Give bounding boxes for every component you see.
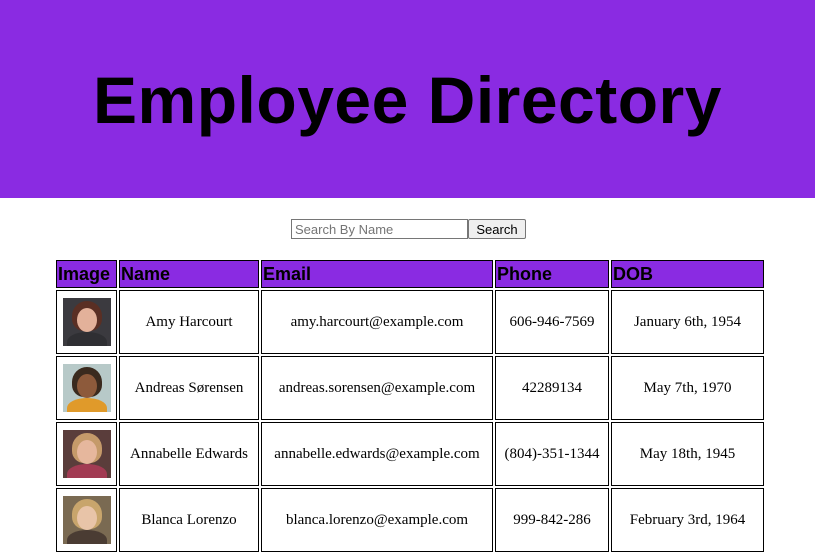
column-header-image[interactable]: Image [56, 260, 117, 288]
dob-cell: May 7th, 1970 [611, 356, 764, 420]
name-cell: Annabelle Edwards [119, 422, 259, 486]
avatar-face [76, 308, 97, 332]
image-cell [56, 290, 117, 354]
column-header-phone[interactable]: Phone [495, 260, 609, 288]
table-header-row: Image Name Email Phone DOB [56, 260, 764, 288]
dob-cell: January 6th, 1954 [611, 290, 764, 354]
image-cell [56, 488, 117, 552]
avatar-body [66, 464, 107, 478]
dob-cell: May 18th, 1945 [611, 422, 764, 486]
search-button[interactable]: Search [468, 219, 526, 239]
page-header: Employee Directory [0, 0, 815, 198]
phone-cell: 42289134 [495, 356, 609, 420]
avatar-face [76, 374, 97, 398]
avatar [62, 298, 111, 346]
table-row: Amy Harcourt amy.harcourt@example.com 60… [56, 290, 764, 354]
column-header-email[interactable]: Email [261, 260, 493, 288]
name-cell: Amy Harcourt [119, 290, 259, 354]
dob-cell: February 3rd, 1964 [611, 488, 764, 552]
avatar [62, 364, 111, 412]
avatar-body [66, 398, 107, 412]
table-body: Amy Harcourt amy.harcourt@example.com 60… [56, 290, 764, 552]
table-row: Andreas Sørensen andreas.sorensen@exampl… [56, 356, 764, 420]
page-title: Employee Directory [93, 63, 722, 137]
avatar [62, 430, 111, 478]
avatar-face [76, 440, 97, 464]
table-row: Blanca Lorenzo blanca.lorenzo@example.co… [56, 488, 764, 552]
name-cell: Andreas Sørensen [119, 356, 259, 420]
phone-cell: (804)-351-1344 [495, 422, 609, 486]
email-cell: annabelle.edwards@example.com [261, 422, 493, 486]
image-cell [56, 422, 117, 486]
table-row: Annabelle Edwards annabelle.edwards@exam… [56, 422, 764, 486]
column-header-dob[interactable]: DOB [611, 260, 764, 288]
avatar-face [76, 506, 97, 530]
name-cell: Blanca Lorenzo [119, 488, 259, 552]
search-input[interactable] [291, 219, 468, 239]
avatar-body [66, 332, 107, 346]
column-header-name[interactable]: Name [119, 260, 259, 288]
search-bar: Search [291, 219, 526, 239]
email-cell: amy.harcourt@example.com [261, 290, 493, 354]
employee-table: Image Name Email Phone DOB Amy Harcourt … [54, 258, 766, 554]
avatar [62, 496, 111, 544]
email-cell: blanca.lorenzo@example.com [261, 488, 493, 552]
image-cell [56, 356, 117, 420]
avatar-body [66, 530, 107, 544]
phone-cell: 999-842-286 [495, 488, 609, 552]
phone-cell: 606-946-7569 [495, 290, 609, 354]
email-cell: andreas.sorensen@example.com [261, 356, 493, 420]
